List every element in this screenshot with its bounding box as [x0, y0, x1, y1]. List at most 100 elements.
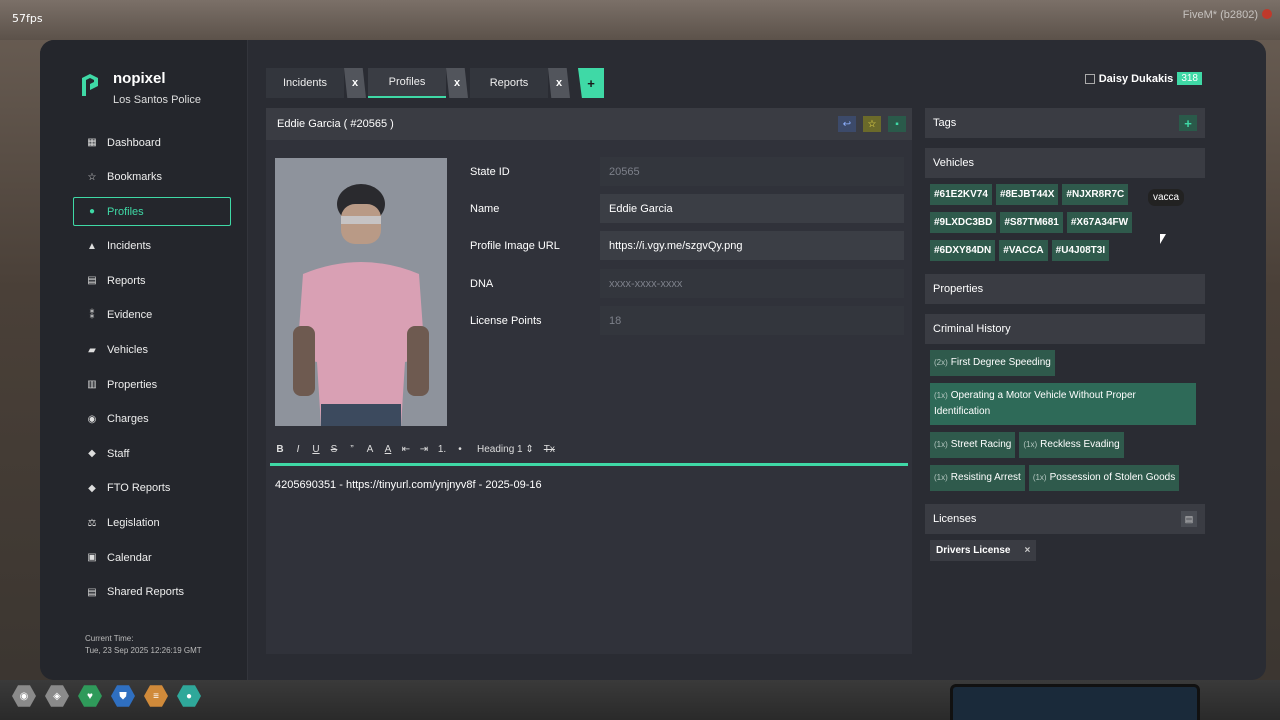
chevron-updown-icon: ⇕ — [525, 443, 534, 455]
bullet-list-button[interactable]: • — [455, 444, 465, 455]
profile-photo-image — [275, 158, 447, 426]
game-monitor — [950, 684, 1200, 720]
tab-close-button[interactable]: x — [548, 68, 570, 98]
tab-close-button[interactable]: x — [344, 68, 366, 98]
indent-button[interactable]: ⇥ — [419, 444, 429, 455]
sidebar-item-reports[interactable]: ▤ Reports — [73, 266, 231, 295]
star-icon: ☆ — [867, 118, 877, 130]
add-tab-button[interactable]: + — [578, 68, 604, 98]
ordered-list-button[interactable]: 1. — [437, 444, 447, 455]
underline-button[interactable]: U — [311, 444, 321, 455]
license-points-field[interactable]: 18 — [600, 306, 904, 335]
strikethrough-button[interactable]: S — [329, 444, 339, 455]
add-tag-button[interactable]: + — [1179, 115, 1197, 131]
outdent-button[interactable]: ⇤ — [401, 444, 411, 455]
tab-profiles[interactable]: Profiles x — [368, 68, 468, 98]
back-button[interactable]: ↩ — [838, 116, 856, 132]
add-license-button[interactable]: ▤ — [1181, 511, 1197, 527]
sidebar-item-fto-reports[interactable]: ◆ FTO Reports — [73, 474, 231, 503]
vehicle-chip[interactable]: #8EJBT44X — [995, 184, 1059, 205]
properties-title: Properties — [933, 283, 984, 295]
license-chip[interactable]: Drivers License × — [930, 540, 1037, 561]
tab-close-button[interactable]: x — [446, 68, 468, 98]
sidebar-item-label: Calendar — [107, 551, 152, 564]
vehicles-title: Vehicles — [933, 157, 974, 169]
vehicle-chip[interactable]: #VACCA — [999, 240, 1048, 261]
user-badge: 318 — [1177, 72, 1202, 85]
editor-toolbar: B I U S ” A A ⇤ ⇥ 1. • Heading 1 ⇕ Tx — [275, 440, 563, 458]
heading-select[interactable]: Heading 1 ⇕ — [477, 444, 534, 455]
save-icon: ▪ — [895, 118, 899, 130]
tab-incidents[interactable]: Incidents x — [266, 68, 366, 98]
sidebar-item-label: Legislation — [107, 517, 160, 530]
editor-content[interactable]: 4205690351 - https://tinyurl.com/ynjnyv8… — [275, 479, 542, 491]
fivem-icon — [1262, 9, 1272, 19]
sidebar-item-calendar[interactable]: ▣ Calendar — [73, 543, 231, 572]
vehicle-chip[interactable]: #9LXDC3BD — [930, 212, 997, 233]
vehicle-chip[interactable]: #NJXR8R7C — [1062, 184, 1129, 205]
name-field[interactable]: Eddie Garcia — [600, 194, 904, 223]
charge-item[interactable]: (1x) Reckless Evading — [1019, 432, 1124, 458]
charge-count: (1x) — [934, 391, 948, 400]
sidebar-item-label: Shared Reports — [107, 586, 185, 599]
shield-icon: ⛊ — [111, 685, 135, 707]
sidebar-item-properties[interactable]: ▥ Properties — [73, 370, 231, 399]
sidebar-item-bookmarks[interactable]: ☆ Bookmarks — [73, 163, 231, 192]
sidebar-item-shared-reports[interactable]: ▤ Shared Reports — [73, 578, 231, 607]
italic-button[interactable]: I — [293, 444, 303, 455]
charge-count: (1x) — [1032, 473, 1047, 482]
sidebar-item-charges[interactable]: ◉ Charges — [73, 405, 231, 434]
tab-reports[interactable]: Reports x — [470, 68, 570, 98]
quote-button[interactable]: ” — [347, 444, 357, 455]
heading-select-value: Heading 1 — [477, 443, 523, 455]
bookmark-button[interactable]: ☆ — [863, 116, 881, 132]
highlight-button[interactable]: A — [365, 444, 375, 455]
state-id-label: State ID — [470, 166, 510, 178]
dna-field[interactable]: xxxx-xxxx-xxxx — [600, 269, 904, 298]
save-button[interactable]: ▪ — [888, 116, 906, 132]
vehicle-chip[interactable]: #S87TM681 — [1000, 212, 1063, 233]
bold-button[interactable]: B — [275, 444, 285, 455]
gavel-icon: ⚖ — [87, 517, 97, 529]
state-id-field[interactable]: 20565 — [600, 157, 904, 186]
charge-item[interactable]: (1x) Operating a Motor Vehicle Without Pr… — [930, 383, 1196, 425]
vehicle-chip[interactable]: #6DXY84DN — [930, 240, 996, 261]
sidebar-item-label: Charges — [107, 413, 149, 426]
charge-item[interactable]: (1x) Resisting Arrest — [930, 465, 1025, 491]
clear-format-button[interactable]: Tx — [544, 444, 555, 455]
sidebar-item-dashboard[interactable]: ▦ Dashboard — [73, 128, 231, 157]
sidebar-item-legislation[interactable]: ⚖ Legislation — [73, 509, 231, 538]
graduation-cap-icon: ◆ — [88, 448, 96, 460]
warning-icon: ▲ — [87, 240, 97, 252]
dna-label: DNA — [470, 278, 494, 290]
tooltip: vacca — [1148, 189, 1185, 206]
sidebar-item-staff[interactable]: ◆ Staff — [73, 439, 231, 468]
vehicle-chip[interactable]: #X67A34FW — [1066, 212, 1133, 233]
charge-count: (1x) — [934, 473, 948, 482]
location-icon: ◉ — [87, 413, 97, 425]
sidebar-item-evidence[interactable]: ⁑ Evidence — [73, 301, 231, 330]
charge-item[interactable]: (2x) First Degree Speeding — [930, 350, 1055, 376]
sidebar-item-vehicles[interactable]: ▰ Vehicles — [73, 336, 231, 365]
sidebar-item-incidents[interactable]: ▲ Incidents — [73, 232, 231, 261]
tab-label[interactable]: Incidents — [266, 68, 344, 98]
vehicle-chip[interactable]: #61E2KV74 — [930, 184, 992, 205]
criminal-history-title: Criminal History — [933, 323, 1011, 335]
mouse-cursor-icon — [1160, 234, 1166, 244]
tab-label[interactable]: Profiles — [368, 68, 446, 98]
charge-count: (2x) — [934, 358, 948, 367]
avatar — [1084, 73, 1095, 84]
charge-item[interactable]: (1x) Street Racing — [930, 432, 1016, 458]
footprints-icon: ⁑ — [89, 309, 95, 321]
text-color-button[interactable]: A — [383, 444, 393, 455]
remove-license-button[interactable]: × — [1025, 545, 1031, 556]
sidebar-item-profiles[interactable]: ● Profiles — [73, 197, 231, 227]
charge-item[interactable]: (1x) Possession of Stolen Goods — [1028, 465, 1180, 491]
health-icon: ♥ — [78, 685, 102, 707]
document-icon: ▤ — [87, 586, 97, 598]
profile-image-url-field[interactable]: https://i.vgy.me/szgvQy.png — [600, 231, 904, 260]
hunger-icon: ≡ — [144, 685, 168, 707]
vehicle-chip[interactable]: #U4J08T3I — [1051, 240, 1110, 261]
vehicles-header: Vehicles — [925, 148, 1205, 178]
tab-label[interactable]: Reports — [470, 68, 548, 98]
